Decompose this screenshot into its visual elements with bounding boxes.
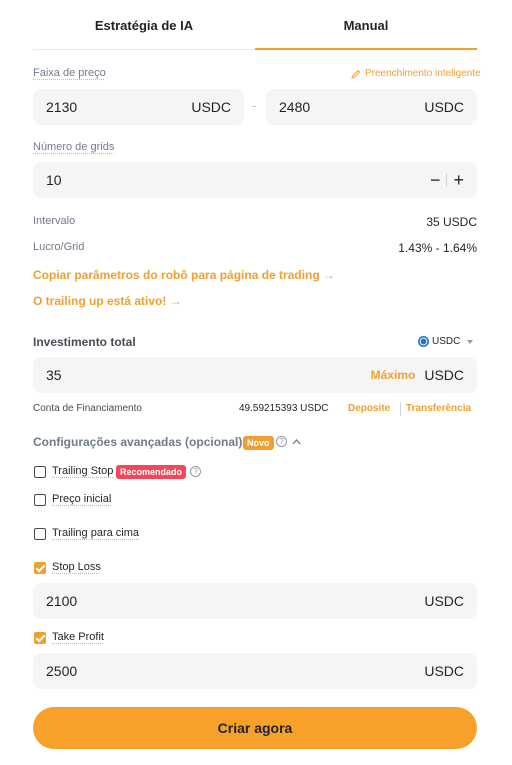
funding-account-value: 49.59215393 USDC [239,403,329,414]
price-low-unit: USDC [191,99,231,115]
price-range-label: Faixa de preço [33,67,106,79]
recommended-badge: Recomendado [116,465,187,479]
grids-decrement-button[interactable]: − [424,170,447,191]
interval-value: 35 USDC [426,215,477,229]
take-profit-value: 2500 [46,663,78,679]
funding-divider [400,402,401,416]
trailing-up-label: Trailing para cima [52,527,140,539]
tab-active-indicator [255,48,477,50]
max-button[interactable]: Máximo [371,368,416,382]
usdc-coin-icon [418,336,429,347]
stop-loss-input[interactable]: 2100 USDC [33,583,477,619]
deposit-link[interactable]: Deposite [348,403,390,414]
copy-params-link[interactable]: Copiar parâmetros do robô para página de… [33,268,335,282]
tab-manual[interactable]: Manual [255,0,477,50]
stop-loss-value: 2100 [46,593,78,609]
currency-selector[interactable]: USDC [418,336,474,347]
range-separator: - [252,98,257,113]
grids-value: 10 [46,172,62,188]
stop-loss-checkbox[interactable] [34,562,46,574]
transfer-link[interactable]: Transferência [406,403,471,414]
profit-grid-label: Lucro/Grid [33,241,85,253]
grids-input[interactable]: 10 − + [33,162,477,198]
price-high-unit: USDC [424,99,464,115]
investment-unit: USDC [424,367,464,383]
currency-label: USDC [432,336,461,347]
take-profit-checkbox[interactable] [34,632,46,644]
tab-ai-strategy[interactable]: Estratégia de IA [33,0,255,50]
funding-account-label: Conta de Financiamento [33,403,142,414]
stop-loss-unit: USDC [424,593,464,609]
interval-label: Intervalo [33,215,76,227]
grids-increment-button[interactable]: + [447,170,464,191]
create-now-button[interactable]: Criar agora [33,707,477,749]
chevron-up-icon[interactable] [292,438,301,445]
price-high-value: 2480 [279,99,311,115]
price-low-value: 2130 [46,99,78,115]
smart-fill-label: Preenchimento inteligente [365,68,481,79]
start-price-label: Preço inicial [52,493,112,505]
help-icon[interactable]: ? [276,436,287,447]
price-high-input[interactable]: 2480 USDC [266,89,477,125]
take-profit-input[interactable]: 2500 USDC [33,653,477,689]
trailing-up-checkbox[interactable] [34,528,46,540]
profit-grid-value: 1.43% - 1.64% [398,241,477,255]
grids-label: Número de grids [33,141,115,153]
investment-label: Investimento total [33,335,136,349]
advanced-settings-toggle[interactable]: Configurações avançadas (opcional) [33,435,242,449]
price-low-input[interactable]: 2130 USDC [33,89,244,125]
trailing-stop-label: Trailing Stop [52,465,114,477]
new-badge: Novo [243,436,274,450]
take-profit-label: Take Profit [52,631,104,643]
chevron-down-icon [467,339,474,344]
trailing-stop-checkbox[interactable] [34,466,46,478]
smart-fill-link[interactable]: Preenchimento inteligente [351,68,481,79]
help-icon[interactable]: ? [190,466,201,477]
investment-input[interactable]: 35 Máximo USDC [33,357,477,393]
stop-loss-label: Stop Loss [52,561,101,573]
tab-divider [33,49,255,50]
take-profit-unit: USDC [424,663,464,679]
investment-value: 35 [46,367,62,383]
trailing-active-link[interactable]: O trailing up está ativo! → [33,294,182,308]
start-price-checkbox[interactable] [34,494,46,506]
pencil-icon [351,69,361,79]
